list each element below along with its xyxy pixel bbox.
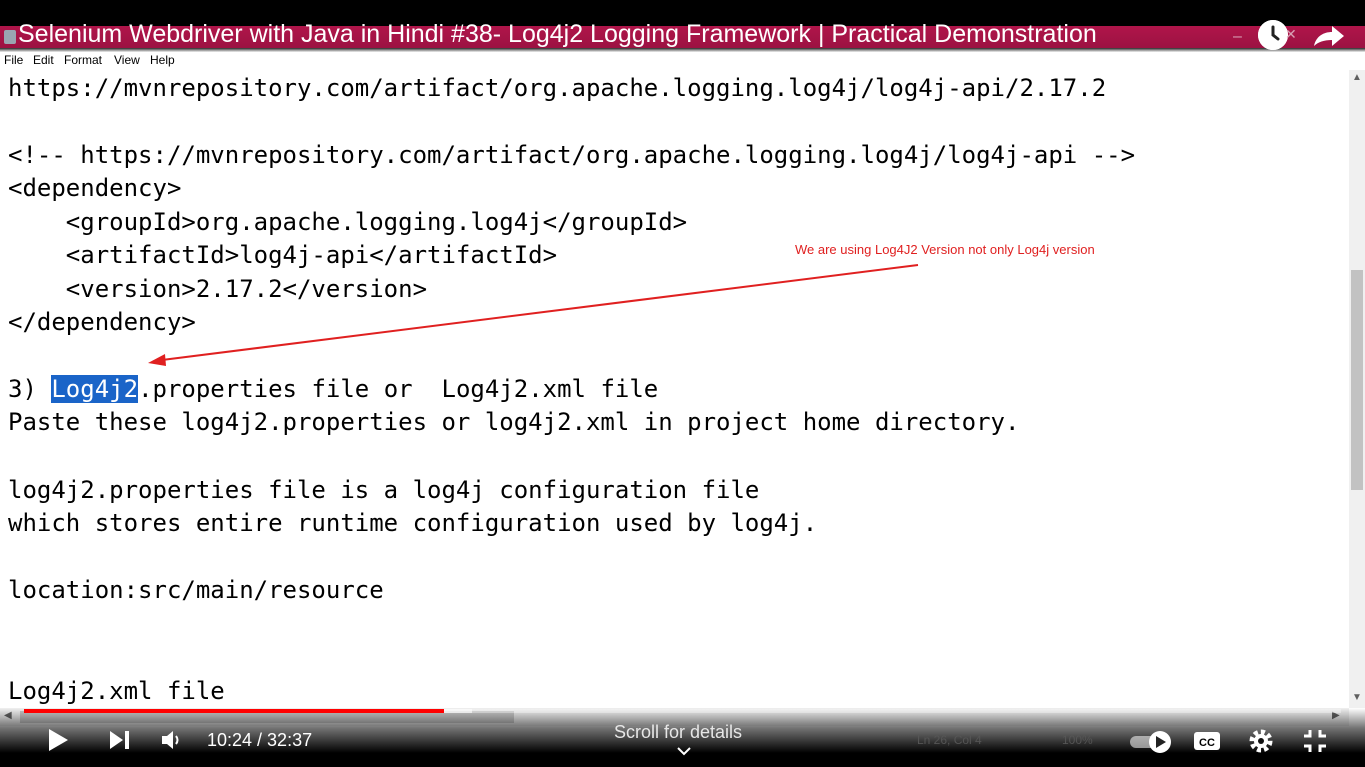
time-display: 10:24 / 32:37 [207, 730, 313, 750]
scroll-up-icon[interactable]: ▲ [1352, 72, 1362, 83]
annotation-arrow [148, 264, 919, 366]
cc-icon[interactable]: CC [1193, 730, 1221, 757]
minimize-button[interactable]: – [1233, 28, 1242, 46]
scrollbar-thumb[interactable] [1351, 270, 1363, 490]
chevron-down-icon[interactable] [676, 745, 692, 763]
menu-edit[interactable]: Edit [33, 53, 54, 67]
text-editor[interactable]: https://mvnrepository.com/artifact/org.a… [0, 70, 1349, 708]
svg-text:CC: CC [1199, 737, 1215, 749]
video-title-bar: Selenium Webdriver with Java in Hindi #3… [0, 0, 1365, 54]
clock-icon[interactable] [1258, 20, 1288, 50]
status-zoom: 100% [1062, 733, 1093, 747]
play-icon[interactable] [46, 727, 70, 758]
scroll-down-icon[interactable]: ▼ [1352, 692, 1362, 703]
status-position: Ln 26, Col 4 [917, 733, 982, 747]
close-button[interactable]: ✕ [1285, 26, 1297, 43]
gear-icon[interactable] [1248, 728, 1274, 759]
vertical-scrollbar[interactable]: ▲ ▼ [1349, 70, 1365, 708]
exit-fullscreen-icon[interactable] [1302, 728, 1328, 759]
share-arrow-icon[interactable] [1310, 22, 1346, 52]
video-title[interactable]: Selenium Webdriver with Java in Hindi #3… [18, 20, 1097, 49]
menu-bar: File Edit Format View Help [0, 52, 1365, 70]
volume-icon[interactable] [160, 729, 184, 756]
menu-help[interactable]: Help [150, 53, 175, 67]
menu-view[interactable]: View [114, 53, 140, 67]
scroll-for-details[interactable]: Scroll for details [614, 722, 742, 743]
progress-played[interactable] [24, 709, 444, 713]
notepad-icon [4, 30, 16, 44]
menu-file[interactable]: File [4, 53, 23, 67]
next-icon[interactable] [108, 729, 132, 756]
autoplay-toggle-icon[interactable] [1128, 728, 1176, 759]
menu-format[interactable]: Format [64, 53, 102, 67]
